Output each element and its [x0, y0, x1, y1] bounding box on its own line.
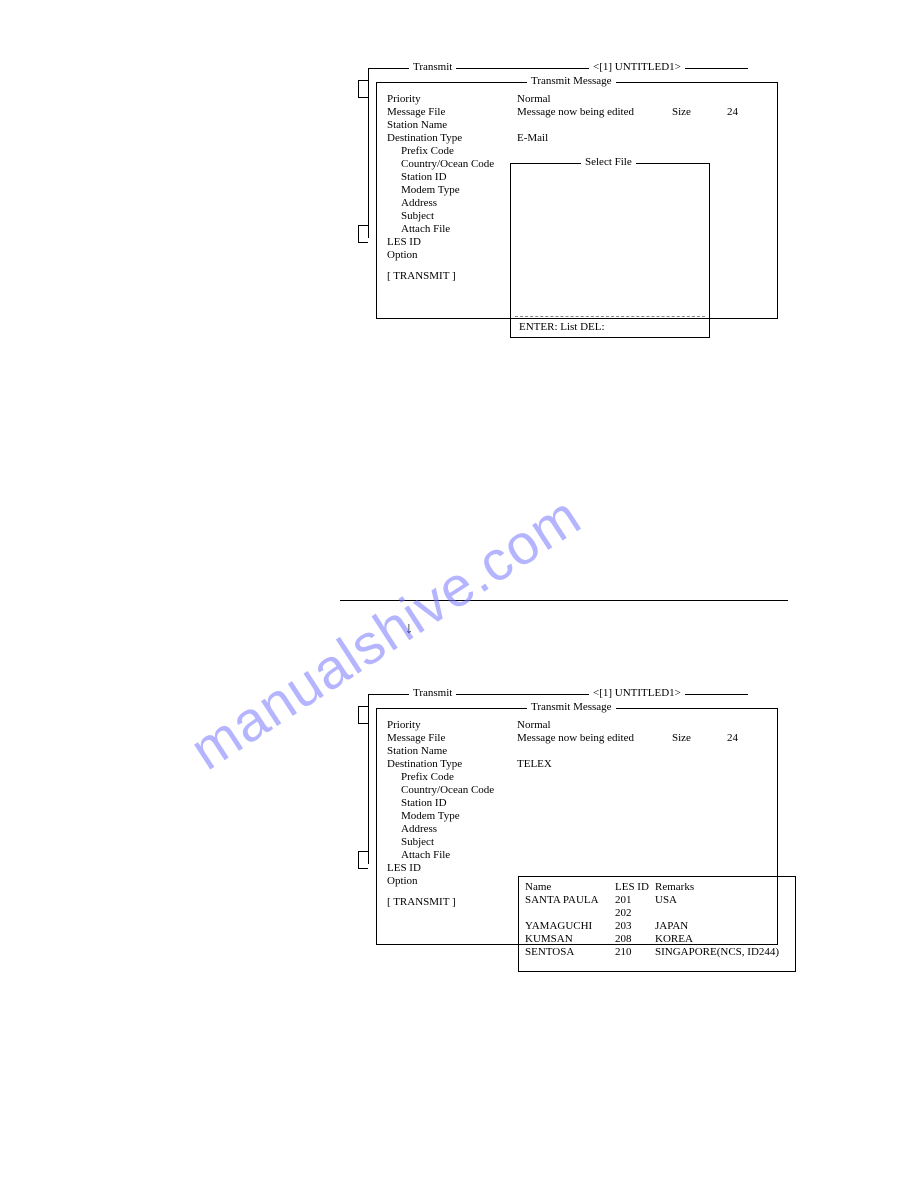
- panel1-priority-label: Priority: [387, 93, 517, 105]
- panel1-country-label: Country/Ocean Code: [401, 158, 494, 170]
- panel1-inner-title: Transmit Message: [527, 75, 616, 87]
- panel1-outer-title-right: <[1] UNTITLED1>: [589, 61, 685, 73]
- panel2-modem-label: Modem Type: [401, 810, 460, 822]
- panel1-prefix-label: Prefix Code: [401, 145, 454, 157]
- panel2-dest-value: TELEX: [517, 758, 552, 770]
- panel2-bracket-bottom: [358, 851, 368, 869]
- panel1-option-label: Option: [387, 249, 418, 261]
- les-cell-remarks: JAPAN: [655, 920, 789, 932]
- panel2-address-label: Address: [401, 823, 437, 835]
- les-cell-remarks: KOREA: [655, 933, 789, 945]
- panel1-dest-label: Destination Type: [387, 132, 517, 144]
- panel1-station-label: Station Name: [387, 119, 447, 131]
- panel1-bracket-bottom: [358, 225, 368, 243]
- les-cell-id: 208: [615, 933, 655, 945]
- panel1-transmit-button[interactable]: [ TRANSMIT ]: [387, 270, 456, 282]
- les-cell-remarks: [655, 907, 789, 919]
- panel1-selectfile-divider: [515, 316, 705, 317]
- les-cell-id: 210: [615, 946, 655, 958]
- les-cell-id: 202: [615, 907, 655, 919]
- panel1-msgfile-label: Message File: [387, 106, 517, 118]
- panel2-msgfile-label: Message File: [387, 732, 517, 744]
- les-cell-name: SANTA PAULA: [525, 894, 615, 906]
- les-cell-name: [525, 907, 615, 919]
- panel2-country-label: Country/Ocean Code: [401, 784, 494, 796]
- panel1-dest-value: E-Mail: [517, 132, 548, 144]
- page-divider: [340, 600, 788, 601]
- panel1-selectfile-footer: ENTER: List DEL:: [519, 321, 605, 333]
- panel2-outer-title-left: Transmit: [409, 687, 456, 699]
- panel1-stationid-label: Station ID: [401, 171, 447, 183]
- table-row[interactable]: YAMAGUCHI 203 JAPAN: [525, 920, 789, 932]
- panel2-transmit-button[interactable]: [ TRANSMIT ]: [387, 896, 456, 908]
- panel1-selectfile-title: Select File: [581, 156, 636, 168]
- panel1-priority-value: Normal: [517, 93, 551, 105]
- panel2-priority-value: Normal: [517, 719, 551, 731]
- les-cell-id: 203: [615, 920, 655, 932]
- panel2-attach-label: Attach File: [401, 849, 450, 861]
- les-cell-remarks: USA: [655, 894, 789, 906]
- panel1-size-value: 24: [727, 106, 738, 118]
- panel2-bracket-top: [358, 706, 368, 724]
- panel1-address-label: Address: [401, 197, 437, 209]
- table-row[interactable]: KUMSAN 208 KOREA: [525, 933, 789, 945]
- table-row[interactable]: 202: [525, 907, 789, 919]
- les-header-lesid: LES ID: [615, 881, 655, 893]
- panel2-lesid-label: LES ID: [387, 862, 421, 874]
- panel2-prefix-label: Prefix Code: [401, 771, 454, 783]
- table-row[interactable]: SENTOSA 210 SINGAPORE(NCS, ID244): [525, 946, 789, 958]
- panel1-msgfile-value: Message now being edited: [517, 106, 672, 118]
- panel2-station-label: Station Name: [387, 745, 447, 757]
- table-row[interactable]: SANTA PAULA 201 USA: [525, 894, 789, 906]
- les-cell-remarks: SINGAPORE(NCS, ID244): [655, 946, 789, 958]
- panel2-subject-label: Subject: [401, 836, 434, 848]
- les-table-header: Name LES ID Remarks: [525, 881, 789, 893]
- panel1-subject-label: Subject: [401, 210, 434, 222]
- panel2-msgfile-value: Message now being edited: [517, 732, 672, 744]
- panel2-les-table: Name LES ID Remarks SANTA PAULA 201 USA …: [518, 876, 796, 972]
- panel2-outer-title-right: <[1] UNTITLED1>: [589, 687, 685, 699]
- panel2-stationid-label: Station ID: [401, 797, 447, 809]
- panel1-selectfile: Select File ENTER: List DEL:: [510, 163, 710, 338]
- panel2-priority-label: Priority: [387, 719, 517, 731]
- les-header-name: Name: [525, 881, 615, 893]
- les-cell-name: SENTOSA: [525, 946, 615, 958]
- panel1-attach-label: Attach File: [401, 223, 450, 235]
- panel2-option-label: Option: [387, 875, 418, 887]
- panel1-modem-label: Modem Type: [401, 184, 460, 196]
- panel2-dest-label: Destination Type: [387, 758, 517, 770]
- les-cell-id: 201: [615, 894, 655, 906]
- panel1-size-label: Size: [672, 106, 727, 118]
- les-header-remarks: Remarks: [655, 881, 789, 893]
- panel2-size-label: Size: [672, 732, 727, 744]
- panel2-size-value: 24: [727, 732, 738, 744]
- panel1-lesid-label: LES ID: [387, 236, 421, 248]
- panel1-outer-title-left: Transmit: [409, 61, 456, 73]
- les-cell-name: KUMSAN: [525, 933, 615, 945]
- down-arrow-icon: ↓: [405, 620, 413, 638]
- les-cell-name: YAMAGUCHI: [525, 920, 615, 932]
- panel2-inner-title: Transmit Message: [527, 701, 616, 713]
- panel1-bracket-top: [358, 80, 368, 98]
